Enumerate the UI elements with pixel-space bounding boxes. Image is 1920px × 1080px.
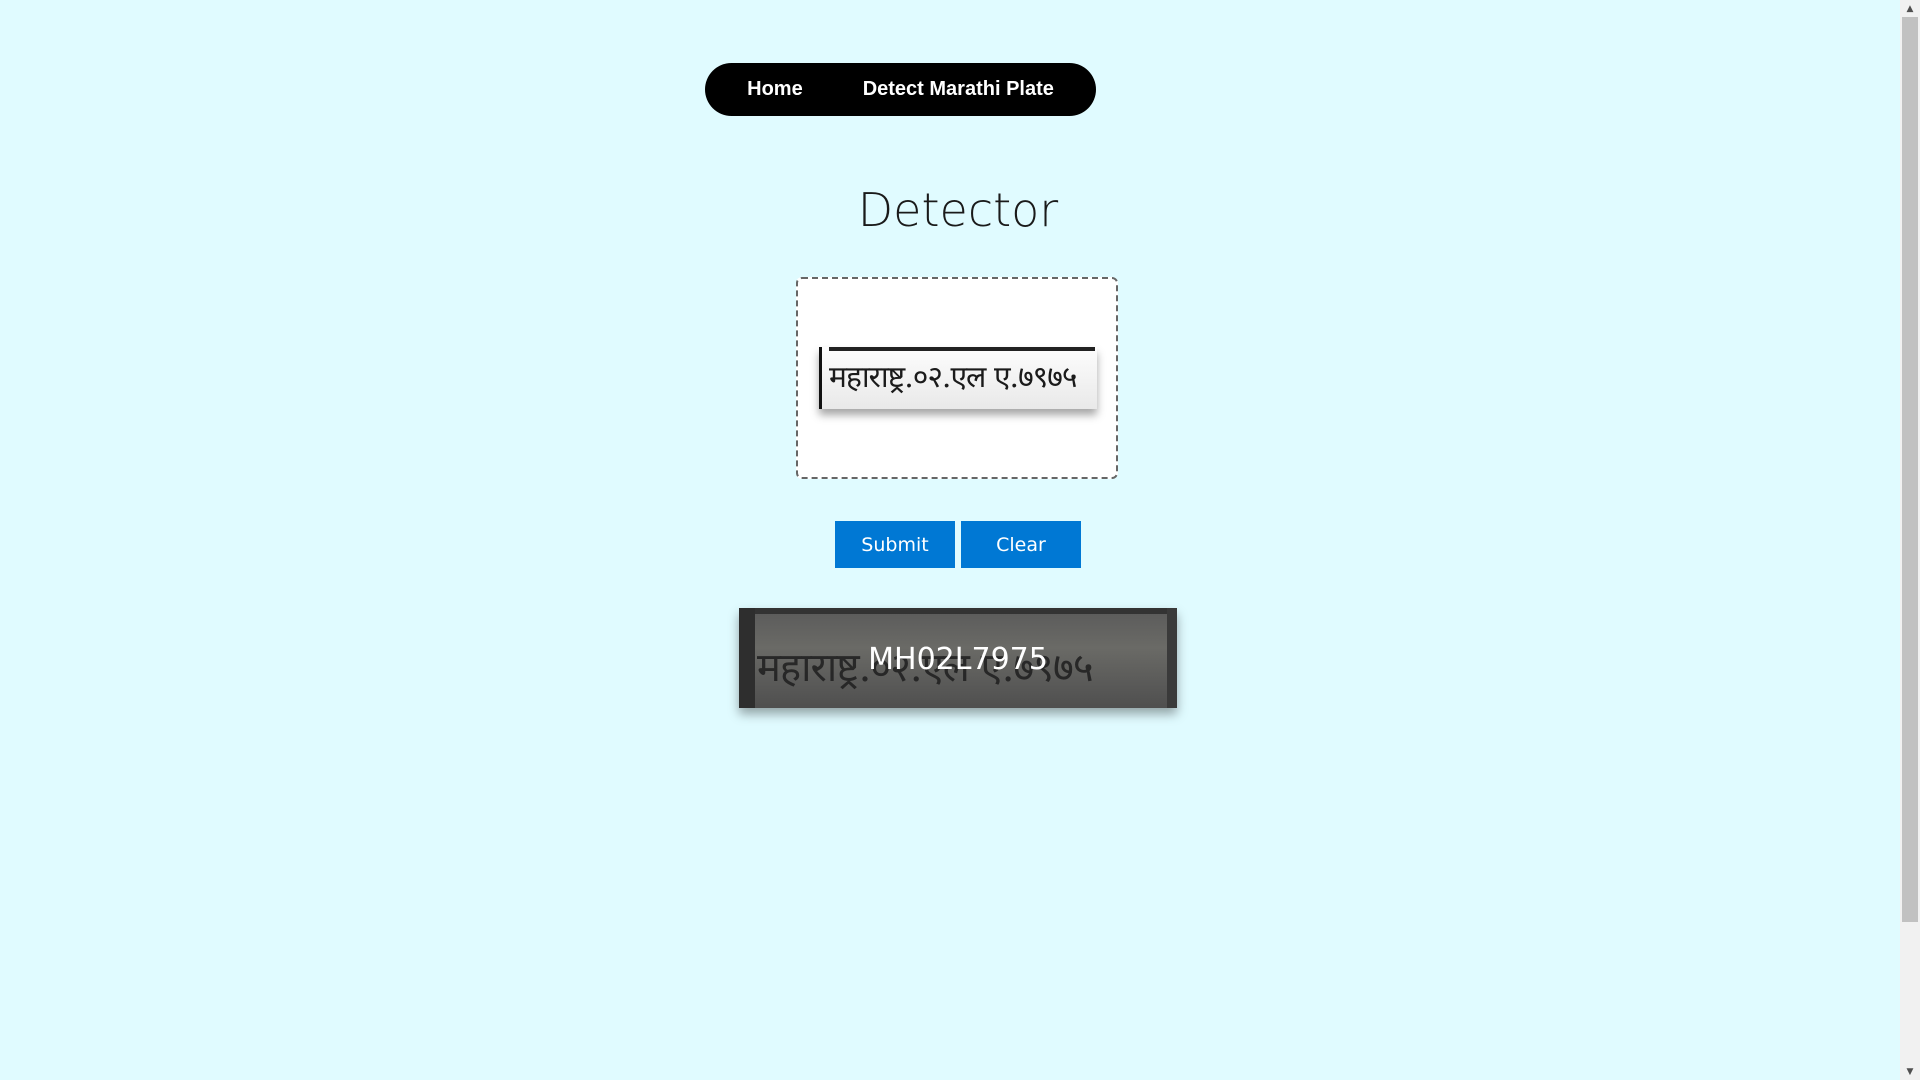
plate-edge (819, 347, 822, 409)
clear-button[interactable]: Clear (961, 521, 1081, 568)
uploaded-plate-image: महाराष्ट्र.०२.एल ए.७९७५ (819, 347, 1097, 409)
uploaded-plate-text: महाराष्ट्र.०२.एल ए.७९७५ (829, 360, 1077, 395)
scroll-down-arrow-icon[interactable]: ▼ (1900, 1063, 1920, 1080)
detection-result: महाराष्ट्र.०२.एल ए.७९७५ MH02L7975 (739, 608, 1177, 708)
nav-detect-marathi-plate-link[interactable]: Detect Marathi Plate (863, 78, 1054, 101)
page: Home Detect Marathi Plate Detector महारा… (0, 0, 1920, 1080)
submit-button[interactable]: Submit (835, 521, 955, 568)
plate-edge-top (829, 347, 1095, 351)
result-image-edge-top (755, 608, 1167, 614)
scroll-up-arrow-icon[interactable]: ▲ (1900, 0, 1920, 17)
image-upload-dropzone[interactable]: महाराष्ट्र.०२.एल ए.७९७५ (796, 277, 1118, 479)
scrollbar-thumb[interactable] (1902, 17, 1918, 922)
top-nav: Home Detect Marathi Plate (705, 63, 1096, 116)
detected-plate-number: MH02L7975 (868, 642, 1048, 677)
vertical-scrollbar[interactable]: ▲ ▼ (1900, 0, 1920, 1080)
nav-home-link[interactable]: Home (747, 78, 803, 101)
page-title: Detector (857, 183, 1059, 237)
